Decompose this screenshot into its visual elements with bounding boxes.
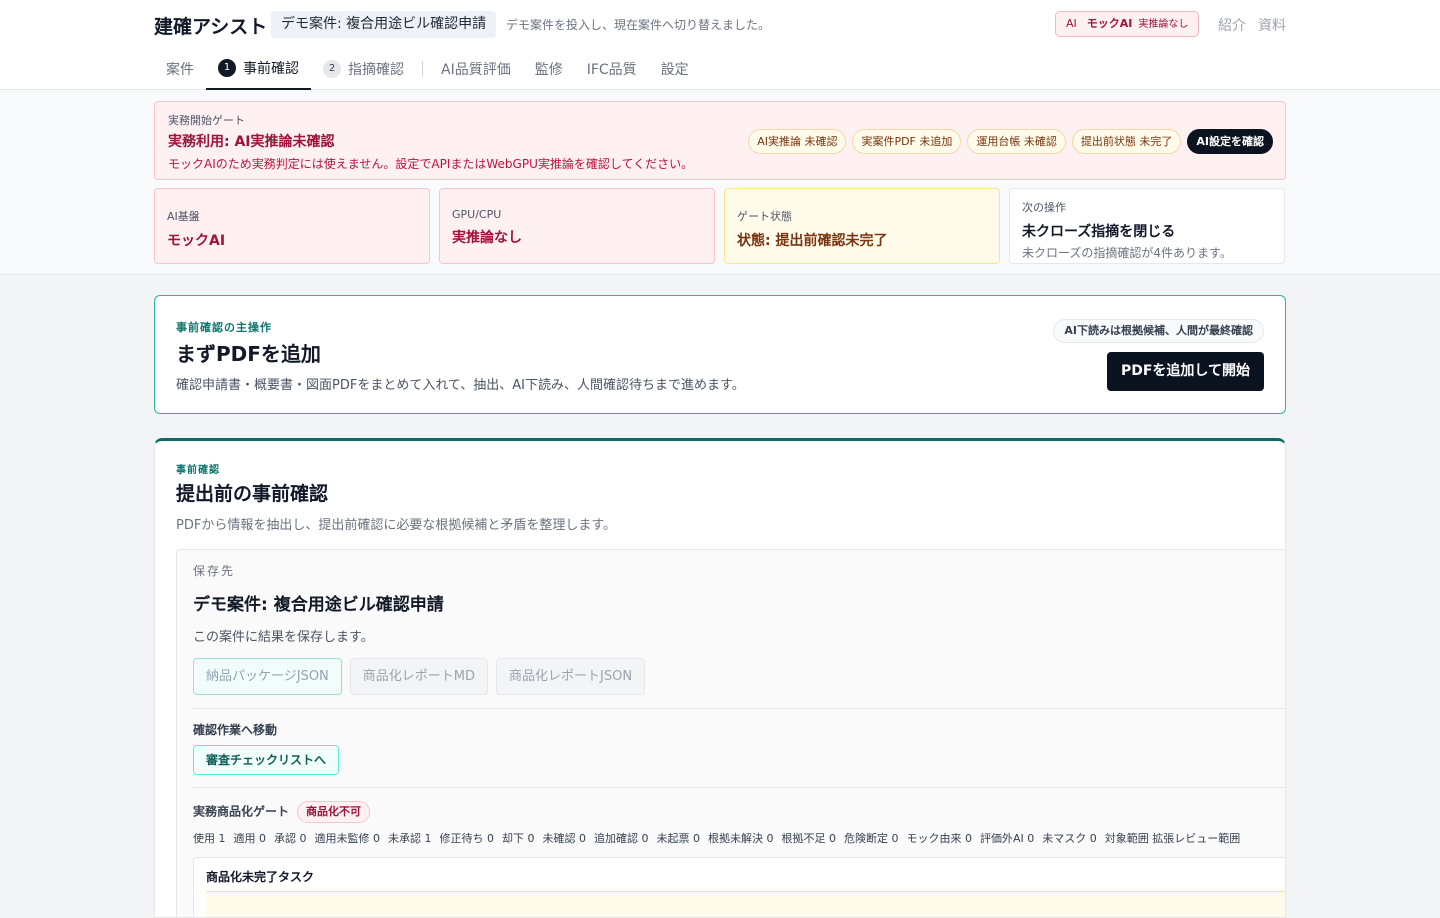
stat-item: 危険断定 0 (844, 832, 899, 845)
stat-item: 適用未監修 0 (314, 832, 381, 845)
stat-item: 修正待ち 0 (439, 832, 495, 845)
tab-cases[interactable]: 案件 (154, 48, 206, 90)
stat-item: 対象範囲 拡張レビュー範囲 (1104, 832, 1241, 845)
chip-ai-inference[interactable]: AI実推論 未確認 (748, 129, 847, 154)
commercial-tasks-panel: 商品化未完了タスク (193, 857, 1285, 917)
tab-ifc-quality[interactable]: IFC品質 (575, 48, 649, 90)
stat-item: 未起票 0 (656, 832, 701, 845)
export-buttons: 納品パッケージJSON 商品化レポートMD 商品化レポートJSON (193, 658, 646, 695)
commercial-stats: 使用 1 適用 0 承認 0 適用未監修 0 未承認 1 修正待ち 0 却下 0… (193, 830, 1240, 846)
tab-settings[interactable]: 設定 (649, 48, 701, 90)
status-card-gpu: GPU/CPU 実推論なし (439, 188, 715, 264)
primary-description: 確認申請書・概要書・図面PDFをまとめて入れて、抽出、AI下読み、人間確認待ちま… (176, 378, 745, 393)
tab-label: 事前確認 (243, 61, 299, 77)
save-target-label: 保存先 (193, 564, 236, 578)
save-note: この案件に結果を保存します。 (193, 630, 374, 645)
gate-chips: AI実推論 未確認 実案件PDF 未追加 運用台帳 未確認 提出前状態 未完了 … (748, 129, 1273, 154)
stat-item: 未マスク 0 (1042, 832, 1097, 845)
move-label: 確認作業へ移動 (193, 723, 278, 737)
status-message: デモ案件を投入し、現在案件へ切り替えました。 (506, 18, 771, 32)
status-card-detail: 未クローズの指摘確認が4件あります。 (1022, 246, 1232, 260)
stat-item: 根拠未解決 0 (708, 832, 774, 845)
current-case-pill[interactable]: デモ案件: 複合用途ビル確認申請 (271, 11, 497, 38)
stat-item: モック由来 0 (906, 832, 973, 845)
practice-start-gate: 実務開始ゲート 実務利用: AI実推論未確認 モックAIのため実務判定には使えま… (154, 101, 1286, 180)
stat-item: 根拠不足 0 (781, 832, 837, 845)
tasks-title: 商品化未完了タスク (206, 870, 315, 884)
export-report-json-button[interactable]: 商品化レポートJSON (496, 658, 646, 695)
stat-item: 却下 0 (502, 832, 535, 845)
status-card-next-action[interactable]: 次の操作 未クローズ指摘を閉じる 未クローズの指摘確認が4件あります。 (1009, 188, 1285, 264)
primary-eyebrow: 事前確認の主操作 (176, 321, 272, 334)
top-bar: 建確アシスト デモ案件: 複合用途ビル確認申請 デモ案件を投入し、現在案件へ切り… (0, 0, 1440, 90)
status-card-value: 実推論なし (452, 230, 522, 246)
status-card-label: 次の操作 (1022, 201, 1066, 214)
tab-ai-quality[interactable]: AI品質評価 (429, 48, 523, 90)
docs-link[interactable]: 資料 (1258, 15, 1286, 35)
section-description: PDFから情報を抽出し、提出前確認に必要な根拠候補と矛盾を整理します。 (176, 518, 617, 533)
ai-hint-pill: AI下読みは根拠候補、人間が最終確認 (1053, 319, 1264, 343)
status-card-ai-base: AI基盤 モックAI (154, 188, 430, 264)
main-tabs: 案件 1 事前確認 2 指摘確認 AI品質評価 監修 IFC品質 設定 (154, 48, 701, 90)
save-target-panel: 保存先 デモ案件: 複合用途ビル確認申請 この案件に結果を保存します。 納品パッ… (176, 549, 1285, 917)
tab-label: 監修 (534, 62, 563, 78)
commercial-gate-row: 実務商品化ゲート 商品化不可 (193, 801, 371, 823)
export-package-json-button[interactable]: 納品パッケージJSON (193, 658, 342, 695)
ai-status-badge[interactable]: AI モックAI 実推論なし (1055, 11, 1200, 37)
tab-divider (422, 61, 423, 77)
divider (193, 708, 1285, 709)
precheck-section: 事前確認 提出前の事前確認 PDFから情報を抽出し、提出前確認に必要な根拠候補と… (154, 438, 1286, 918)
ai-badge-value: モックAI (1086, 17, 1133, 30)
review-checklist-button[interactable]: 審査チェックリストへ (193, 745, 340, 775)
commercial-status-badge: 商品化不可 (297, 801, 371, 823)
gate-label: 実務開始ゲート (168, 114, 245, 127)
add-pdf-button[interactable]: PDFを追加して開始 (1107, 352, 1264, 391)
section-eyebrow: 事前確認 (176, 465, 220, 476)
save-case-name: デモ案件: 複合用途ビル確認申請 (193, 595, 444, 615)
tab-precheck[interactable]: 1 事前確認 (206, 48, 311, 90)
status-card-value: モックAI (167, 233, 226, 249)
chip-pre-submission[interactable]: 提出前状態 未完了 (1071, 129, 1182, 154)
status-card-value: 状態: 提出前確認未完了 (737, 233, 888, 249)
section-title: 提出前の事前確認 (176, 483, 329, 505)
stat-item: 使用 1 (193, 832, 226, 845)
check-ai-settings-button[interactable]: AI設定を確認 (1187, 129, 1273, 154)
stat-item: 適用 0 (233, 832, 267, 845)
chip-real-pdf[interactable]: 実案件PDF 未追加 (852, 129, 962, 154)
stat-item: 評価外AI 0 (980, 832, 1035, 845)
primary-action-card: 事前確認の主操作 まずPDFを追加 確認申請書・概要書・図面PDFをまとめて入れ… (154, 295, 1286, 414)
status-card-value: 未クローズ指摘を閉じる (1022, 224, 1176, 240)
gate-strip: 実務開始ゲート 実務利用: AI実推論未確認 モックAIのため実務判定には使えま… (0, 90, 1440, 275)
tab-label: IFC品質 (586, 62, 637, 78)
commercial-gate-label: 実務商品化ゲート (193, 804, 290, 819)
task-warning-box (206, 891, 1285, 917)
status-card-label: GPU/CPU (452, 208, 502, 221)
stat-item: 承認 0 (274, 832, 307, 845)
status-card-label: ゲート状態 (737, 210, 792, 223)
tab-label: 指摘確認 (348, 62, 404, 78)
tab-label: AI品質評価 (441, 62, 511, 78)
stat-item: 未承認 1 (388, 832, 432, 845)
ai-badge-status: 実推論なし (1138, 19, 1189, 30)
app-brand[interactable]: 建確アシスト (154, 12, 267, 39)
intro-link[interactable]: 紹介 (1218, 15, 1246, 35)
step-number-badge: 1 (218, 59, 236, 77)
gate-title: 実務利用: AI実推論未確認 (168, 134, 335, 150)
tab-label: 案件 (166, 62, 194, 78)
ai-badge-key: AI (1066, 17, 1077, 30)
step-number-badge: 2 (323, 60, 341, 78)
tab-label: 設定 (660, 62, 689, 78)
tab-findings[interactable]: 2 指摘確認 (311, 48, 416, 90)
chip-operation-ledger[interactable]: 運用台帳 未確認 (967, 129, 1066, 154)
primary-title: まずPDFを追加 (176, 342, 321, 366)
stat-item: 未確認 0 (542, 832, 587, 845)
divider (193, 787, 1285, 788)
stat-item: 追加確認 0 (594, 832, 649, 845)
status-card-label: AI基盤 (167, 210, 200, 223)
export-report-md-button[interactable]: 商品化レポートMD (349, 658, 489, 695)
tab-supervision[interactable]: 監修 (523, 48, 575, 90)
status-card-gate: ゲート状態 状態: 提出前確認未完了 (724, 188, 1000, 264)
status-cards: AI基盤 モックAI GPU/CPU 実推論なし ゲート状態 状態: 提出前確認… (154, 188, 1285, 264)
gate-description: モックAIのため実務判定には使えません。設定でAPIまたはWebGPU実推論を確… (168, 157, 694, 171)
